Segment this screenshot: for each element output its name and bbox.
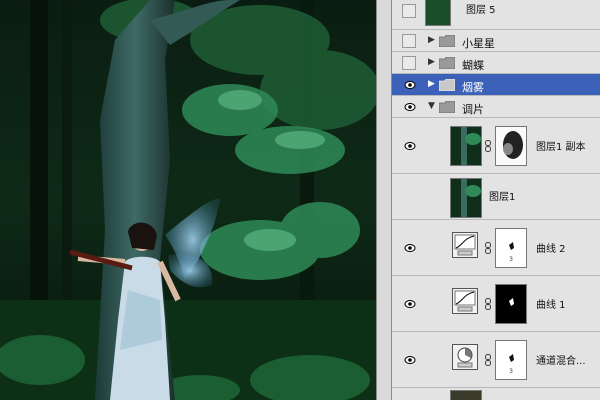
link-icon[interactable] — [485, 242, 491, 254]
document-canvas[interactable] — [0, 0, 376, 400]
layer-row-partial[interactable] — [392, 388, 600, 400]
svg-text:3: 3 — [509, 256, 513, 263]
link-icon[interactable] — [485, 354, 491, 366]
layer-name: 图层1 — [489, 192, 516, 203]
forest-violinist-image — [0, 0, 376, 400]
folder-icon — [439, 35, 455, 47]
group-name: 蝴蝶 — [462, 59, 484, 72]
svg-text:3: 3 — [509, 368, 513, 375]
channel-mixer-adjustment-icon[interactable] — [452, 344, 478, 370]
layer-name: 通道混合... — [536, 356, 586, 367]
layer-group-row-selected[interactable]: ▶ 烟雾 — [392, 74, 600, 96]
layer-row[interactable]: 图层1 — [392, 174, 600, 220]
eye-icon[interactable] — [404, 140, 416, 152]
layer-mask-thumbnail[interactable]: 3 — [495, 228, 527, 268]
layer-name: 曲线 2 — [536, 244, 566, 255]
eye-icon[interactable] — [404, 101, 416, 113]
folder-icon — [439, 57, 455, 69]
link-icon[interactable] — [485, 298, 491, 310]
layer-mask-thumbnail[interactable] — [495, 126, 527, 166]
layer-thumbnail — [450, 390, 482, 400]
link-icon[interactable] — [485, 140, 491, 152]
layer-mask-thumbnail[interactable]: 3 — [495, 340, 527, 380]
group-name: 烟雾 — [462, 81, 484, 94]
visibility-toggle[interactable] — [402, 56, 416, 70]
expand-triangle-icon[interactable]: ▶ — [428, 57, 435, 67]
group-name: 小星星 — [462, 37, 495, 50]
layer-name: 曲线 1 — [536, 300, 566, 311]
adjustment-layer-row[interactable]: 3 曲线 2 — [392, 220, 600, 276]
visibility-toggle[interactable] — [402, 4, 416, 18]
layer-mask-thumbnail[interactable] — [495, 284, 527, 324]
eye-icon[interactable] — [404, 354, 416, 366]
layer-group-row[interactable]: ▶ 蝴蝶 — [392, 52, 600, 74]
layer-group-row[interactable]: ▶ 小星星 — [392, 30, 600, 52]
layers-panel: 图层 5 ▶ 小星星 ▶ 蝴蝶 ▶ 烟雾 ▼ 调片 图层1 副本 图层1 3 曲… — [392, 0, 600, 400]
layer-group-row[interactable]: ▼ 调片 — [392, 96, 600, 118]
layer-name: 图层 5 — [466, 5, 496, 16]
layer-thumbnail — [450, 126, 482, 166]
eye-icon[interactable] — [404, 298, 416, 310]
expand-triangle-icon[interactable]: ▶ — [428, 35, 435, 45]
layer-thumbnail — [450, 178, 482, 218]
expand-triangle-icon[interactable]: ▶ — [428, 79, 435, 89]
eye-icon[interactable] — [404, 79, 416, 91]
curves-adjustment-icon[interactable] — [452, 288, 478, 314]
adjustment-layer-row[interactable]: 3 通道混合... — [392, 332, 600, 388]
layer-row[interactable]: 图层 5 — [392, 0, 600, 30]
eye-icon[interactable] — [404, 242, 416, 254]
layer-row[interactable]: 图层1 副本 — [392, 118, 600, 174]
layer-thumbnail — [425, 0, 451, 26]
folder-open-icon — [439, 101, 455, 113]
panel-divider — [376, 0, 392, 400]
folder-icon — [439, 79, 455, 91]
group-name: 调片 — [462, 103, 484, 116]
visibility-toggle[interactable] — [402, 34, 416, 48]
layer-name: 图层1 副本 — [536, 142, 586, 153]
adjustment-layer-row[interactable]: 曲线 1 — [392, 276, 600, 332]
curves-adjustment-icon[interactable] — [452, 232, 478, 258]
collapse-triangle-icon[interactable]: ▼ — [428, 101, 435, 111]
photoshop-window: 图层 5 ▶ 小星星 ▶ 蝴蝶 ▶ 烟雾 ▼ 调片 图层1 副本 图层1 3 曲… — [0, 0, 600, 400]
